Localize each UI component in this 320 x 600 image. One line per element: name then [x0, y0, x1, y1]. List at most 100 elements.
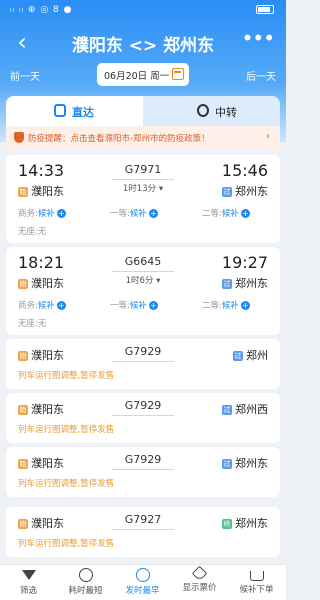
- seat-business[interactable]: 商务:候补 +: [18, 207, 66, 219]
- train-card[interactable]: 18:21 G6645 1时6分 ▾ 19:27 始濮阳东 过郑州东 商务:候补…: [6, 247, 280, 335]
- duration[interactable]: 1时6分 ▾: [106, 274, 180, 286]
- seat-label: 一等:: [110, 301, 130, 311]
- arrival-station: 过郑州西: [222, 401, 268, 417]
- seat-label: 二等:: [202, 301, 222, 311]
- sort-earliest-label: 发时最早: [125, 586, 160, 596]
- train-card[interactable]: 14:33 G7971 1时13分 ▾ 15:46 始濮阳东 过郑州东 商务:候…: [6, 155, 280, 243]
- pass-tag-icon: 过: [222, 187, 232, 197]
- departure-station: 始濮阳东: [18, 347, 64, 363]
- arrival-station: 过郑州东: [222, 455, 268, 471]
- arrival-station-name: 郑州东: [235, 457, 268, 470]
- tab-direct-label: 直达: [72, 106, 94, 119]
- filter-button[interactable]: 筛选: [0, 568, 57, 596]
- arrival-time: 15:46: [221, 161, 268, 180]
- train-number: G7971: [124, 163, 162, 176]
- departure-station-name: 濮阳东: [31, 349, 64, 362]
- page-title: 濮阳东 <> 郑州东: [71, 36, 215, 56]
- date-label: 06月20日 周一: [104, 71, 170, 82]
- departure-time: 18:21: [18, 253, 65, 272]
- terminal-tag-icon: 终: [222, 519, 232, 529]
- train-card-suspended[interactable]: 始濮阳东 G7929 过郑州东 列车运行图调整,暂停发售: [6, 447, 280, 497]
- train-number: G7929: [124, 453, 162, 466]
- show-price-button[interactable]: 显示票价: [171, 565, 228, 593]
- suspended-note: 列车运行图调整,暂停发售: [18, 479, 115, 489]
- date-picker[interactable]: 06月20日 周一: [97, 63, 189, 86]
- calendar-icon: [172, 68, 184, 80]
- arrival-station: 过郑州东: [222, 275, 268, 291]
- plus-icon: +: [148, 301, 158, 310]
- origin-tag-icon: 始: [18, 459, 28, 469]
- tab-transfer-label: 中转: [215, 106, 237, 119]
- notice-text: 防疫提醒：点击查看濮阳市-郑州市的防疫政策！: [28, 134, 210, 144]
- back-icon[interactable]: ‹: [10, 28, 34, 56]
- seat-label: 商务:: [18, 209, 38, 219]
- train-card-suspended[interactable]: 始濮阳东 G7929 过郑州西 列车运行图调整,暂停发售: [6, 393, 280, 443]
- arrival-station-name: 郑州东: [235, 517, 268, 530]
- show-price-label: 显示票价: [182, 583, 217, 593]
- route-line: [112, 469, 174, 470]
- epidemic-notice[interactable]: 防疫提醒：点击查看濮阳市-郑州市的防疫政策！ ›: [6, 126, 280, 150]
- train-card-suspended[interactable]: 始濮阳东 G7927 终郑州东 列车运行图调整,暂停发售: [6, 507, 280, 557]
- clock-icon: [135, 568, 150, 582]
- filter-label: 筛选: [19, 586, 37, 596]
- battery-icon: [256, 5, 274, 15]
- train-number: G6645: [124, 255, 162, 268]
- departure-station: 始濮阳东: [18, 275, 64, 291]
- departure-station: 始濮阳东: [18, 515, 64, 531]
- plus-icon: +: [56, 209, 66, 218]
- pass-tag-icon: 过: [233, 351, 243, 361]
- filter-icon: [21, 570, 36, 580]
- origin-tag-icon: 始: [18, 405, 28, 415]
- sort-earliest-button[interactable]: 发时最早: [114, 568, 171, 596]
- tab-transfer[interactable]: 中转: [143, 96, 280, 126]
- price-tag-icon: [191, 565, 208, 582]
- seat-second-class[interactable]: 二等:候补 +: [202, 299, 250, 311]
- seat-none: 无座:无: [18, 317, 46, 329]
- seat-value: 无: [37, 227, 47, 237]
- tab-direct[interactable]: 直达: [6, 96, 143, 126]
- transfer-icon: [197, 104, 209, 117]
- seat-first-class[interactable]: 一等:候补 +: [110, 207, 158, 219]
- pass-tag-icon: 过: [222, 279, 232, 289]
- arrival-station-name: 郑州西: [235, 403, 268, 416]
- waitlist-order-button[interactable]: 候补下单: [228, 568, 285, 595]
- prev-day-button[interactable]: 前一天: [10, 68, 40, 83]
- route-line: [112, 179, 174, 180]
- plus-icon: +: [56, 301, 66, 310]
- bottom-toolbar: 筛选 耗时最短 发时最早 显示票价 候补下单: [0, 564, 286, 600]
- route-line: [112, 415, 174, 416]
- duration[interactable]: 1时13分 ▾: [106, 182, 180, 194]
- seat-value: 候补: [129, 301, 147, 311]
- seat-value: 候补: [37, 209, 55, 219]
- sort-shortest-button[interactable]: 耗时最短: [57, 568, 114, 596]
- seat-label: 二等:: [202, 209, 222, 219]
- seat-first-class[interactable]: 一等:候补 +: [110, 299, 158, 311]
- departure-station: 始濮阳东: [18, 401, 64, 417]
- seat-value: 候补: [221, 209, 239, 219]
- seat-label: 无座:: [18, 319, 38, 329]
- seat-label: 商务:: [18, 301, 38, 311]
- arrival-station: 过郑州东: [222, 183, 268, 199]
- seat-label: 无座:: [18, 227, 38, 237]
- departure-station-name: 濮阳东: [31, 403, 64, 416]
- departure-station-name: 濮阳东: [31, 185, 64, 198]
- next-day-button[interactable]: 后一天: [246, 68, 276, 83]
- departure-station-name: 濮阳东: [31, 277, 64, 290]
- seat-none: 无座:无: [18, 225, 46, 237]
- more-icon[interactable]: •••: [242, 26, 275, 50]
- seat-second-class[interactable]: 二等:候补 +: [202, 207, 250, 219]
- origin-tag-icon: 始: [18, 187, 28, 197]
- nav-bar: ‹ 濮阳东 <> 郑州东 •••: [0, 26, 286, 60]
- arrival-station-name: 郑州东: [235, 185, 268, 198]
- departure-station-name: 濮阳东: [31, 517, 64, 530]
- seat-value: 无: [37, 319, 47, 329]
- train-number: G7929: [124, 399, 162, 412]
- chevron-right-icon: ›: [266, 131, 270, 142]
- seat-business[interactable]: 商务:候补 +: [18, 299, 66, 311]
- suspended-note: 列车运行图调整,暂停发售: [18, 425, 115, 435]
- train-card-suspended[interactable]: 始濮阳东 G7929 过郑州 列车运行图调整,暂停发售: [6, 339, 280, 389]
- route-line: [112, 529, 174, 530]
- date-row: 前一天 06月20日 周一 后一天: [0, 62, 286, 88]
- departure-station: 始濮阳东: [18, 455, 64, 471]
- arrival-station-name: 郑州东: [235, 277, 268, 290]
